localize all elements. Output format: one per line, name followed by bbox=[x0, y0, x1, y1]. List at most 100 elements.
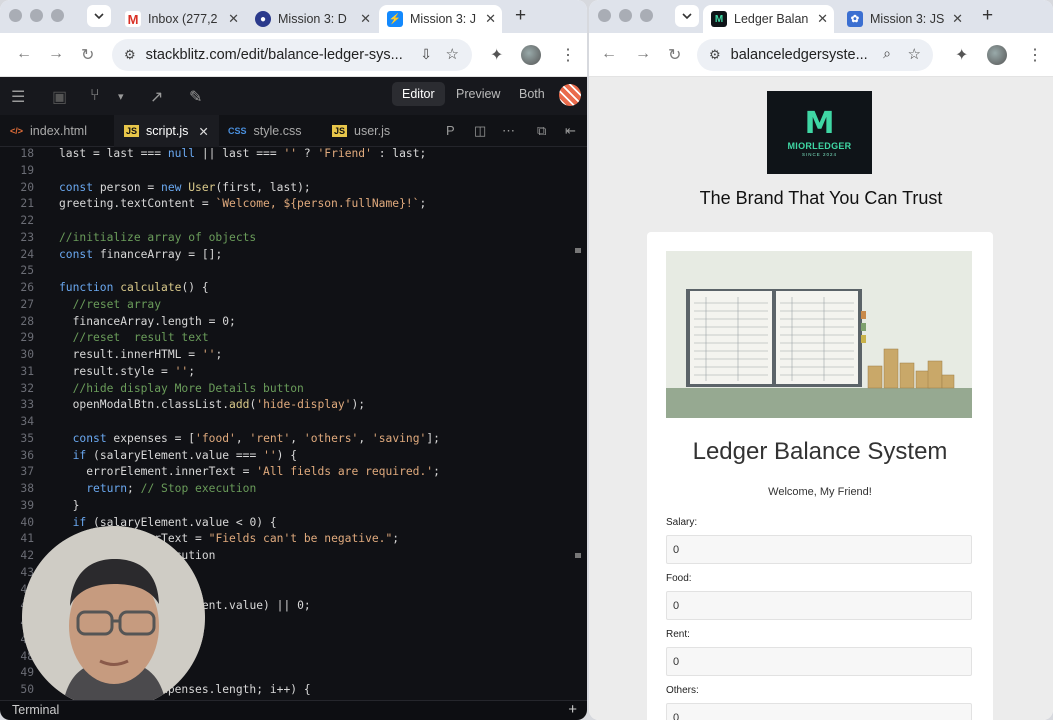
split-editor-icon[interactable]: ◫ bbox=[474, 123, 486, 139]
code-text: if (salaryElement.value === '') { bbox=[72, 448, 298, 462]
tab-search-button[interactable] bbox=[675, 5, 699, 27]
mission-icon: ● bbox=[255, 11, 271, 27]
code-text: result.style = ''; bbox=[59, 364, 196, 378]
both-view-button[interactable]: Both bbox=[519, 87, 545, 101]
minimize-window-button[interactable] bbox=[619, 9, 632, 22]
code-text: const expenses = ['food', 'rent', 'other… bbox=[72, 431, 440, 445]
reload-icon[interactable]: ↻ bbox=[668, 45, 681, 65]
close-tab-icon[interactable]: ✕ bbox=[817, 11, 828, 27]
share-icon[interactable]: ↗ bbox=[150, 87, 163, 107]
zoom-window-button[interactable] bbox=[640, 9, 653, 22]
terminal-label: Terminal bbox=[12, 703, 60, 717]
line-number: 50 bbox=[20, 683, 34, 696]
tab-ledger-balance[interactable]: M Ledger Balan ✕ bbox=[703, 5, 834, 33]
extensions-icon[interactable]: ✦ bbox=[955, 45, 968, 65]
line-number: 25 bbox=[20, 264, 34, 278]
tab-mission-d[interactable]: ● Mission 3: D ✕ bbox=[247, 5, 377, 33]
food-input[interactable]: 0 bbox=[666, 591, 972, 620]
line-number: 29 bbox=[20, 331, 34, 345]
line-number: 23 bbox=[20, 230, 34, 244]
menu-kebab-icon[interactable]: ⋮ bbox=[1027, 45, 1043, 65]
site-settings-icon[interactable]: ⚙ bbox=[709, 47, 721, 63]
back-icon[interactable]: ← bbox=[16, 45, 32, 63]
new-tab-icon[interactable]: + bbox=[515, 6, 526, 26]
close-window-button[interactable] bbox=[9, 9, 22, 22]
url-input[interactable]: ⚙ stackblitz.com/edit/balance-ledger-sys… bbox=[112, 39, 472, 71]
stackblitz-toolbar: ☰ ▣ ⑂ ▾ ↗ ✎ Editor Preview Both bbox=[0, 77, 587, 115]
file-tab-user-js[interactable]: JS user.js bbox=[322, 115, 400, 147]
bookmark-star-icon[interactable]: ☆ bbox=[908, 45, 921, 63]
minimize-window-button[interactable] bbox=[30, 9, 43, 22]
collapse-panel-icon[interactable]: ⇤ bbox=[565, 123, 576, 139]
close-window-button[interactable] bbox=[598, 9, 611, 22]
zoom-icon[interactable]: ⌕ bbox=[883, 45, 891, 62]
site-settings-icon[interactable]: ⚙ bbox=[124, 47, 136, 63]
line-number: 39 bbox=[20, 498, 34, 512]
save-icon[interactable]: ▣ bbox=[52, 87, 67, 107]
app-title: Ledger Balance System bbox=[692, 438, 948, 465]
close-file-tab-icon[interactable]: ✕ bbox=[198, 124, 208, 139]
others-input[interactable]: 0 bbox=[666, 703, 972, 720]
extensions-icon[interactable]: ✦ bbox=[490, 45, 503, 65]
new-terminal-icon[interactable]: + bbox=[568, 701, 577, 718]
chevron-down-icon[interactable]: ▾ bbox=[118, 90, 124, 103]
hamburger-menu-icon[interactable]: ☰ bbox=[11, 87, 25, 107]
ledger-icon: M bbox=[711, 11, 727, 27]
prettier-icon[interactable]: P bbox=[446, 123, 455, 138]
fork-icon[interactable]: ⑂ bbox=[90, 87, 100, 105]
preview-view-button[interactable]: Preview bbox=[456, 87, 500, 101]
tab-mission-j-active[interactable]: ⚡ Mission 3: J ✕ bbox=[379, 5, 502, 33]
back-icon[interactable]: ← bbox=[601, 45, 617, 63]
food-label: Food: bbox=[666, 573, 692, 584]
forward-icon[interactable]: → bbox=[48, 45, 64, 63]
more-actions-icon[interactable]: ⋯ bbox=[502, 123, 515, 139]
logo-letter: M bbox=[804, 105, 835, 141]
line-number: 42 bbox=[20, 549, 34, 562]
install-icon[interactable]: ⇩ bbox=[420, 46, 432, 63]
line-number: 40 bbox=[20, 515, 34, 529]
line-number: 30 bbox=[20, 348, 34, 361]
edit-pencil-icon[interactable]: ✎ bbox=[189, 87, 202, 107]
tab-search-button[interactable] bbox=[87, 5, 111, 27]
reload-icon[interactable]: ↻ bbox=[81, 45, 94, 65]
close-tab-icon[interactable]: ✕ bbox=[952, 11, 963, 27]
rent-input[interactable]: 0 bbox=[666, 647, 972, 676]
file-tab-style-css[interactable]: CSS style.css bbox=[218, 115, 311, 147]
file-tab-index-html[interactable]: </> index.html bbox=[0, 115, 97, 147]
close-tab-icon[interactable]: ✕ bbox=[485, 11, 496, 27]
forward-icon[interactable]: → bbox=[635, 45, 651, 63]
profile-avatar[interactable] bbox=[987, 45, 1007, 65]
file-tab-label: user.js bbox=[354, 124, 391, 138]
new-tab-icon[interactable]: + bbox=[982, 6, 993, 26]
code-text: return; // Stop execution bbox=[86, 482, 257, 495]
bookmark-star-icon[interactable]: ☆ bbox=[446, 45, 459, 63]
menu-kebab-icon[interactable]: ⋮ bbox=[560, 45, 576, 65]
close-tab-icon[interactable]: ✕ bbox=[360, 11, 371, 27]
preview-browser-window: M Ledger Balan ✕ ✿ Mission 3: JS ✕ + ← →… bbox=[589, 0, 1053, 720]
zoom-window-button[interactable] bbox=[51, 9, 64, 22]
url-text: balanceledgersyste... bbox=[730, 47, 868, 63]
code-text: const financeArray = []; bbox=[59, 247, 223, 261]
line-number: 18 bbox=[20, 147, 34, 160]
line-number: 24 bbox=[20, 247, 34, 261]
url-input[interactable]: ⚙ balanceledgersyste... ⌕ ☆ bbox=[697, 39, 933, 71]
line-number: 31 bbox=[20, 364, 34, 378]
editor-view-button[interactable]: Editor bbox=[392, 82, 445, 106]
code-text: openModalBtn.classList.add('hide-display… bbox=[59, 398, 366, 412]
tab-label: Mission 3: JS bbox=[870, 12, 945, 26]
close-tab-icon[interactable]: ✕ bbox=[228, 11, 239, 27]
salary-input[interactable]: 0 bbox=[666, 535, 972, 564]
user-avatar[interactable] bbox=[559, 84, 581, 106]
presenter-video-image bbox=[22, 526, 205, 709]
webcam-overlay bbox=[22, 526, 205, 709]
profile-avatar[interactable] bbox=[521, 45, 541, 65]
js-file-icon: JS bbox=[332, 125, 348, 137]
tab-gmail[interactable]: M Inbox (277,2 ✕ bbox=[117, 5, 245, 33]
line-number: 36 bbox=[20, 448, 34, 462]
line-number: 32 bbox=[20, 381, 34, 395]
terminal-bar[interactable]: Terminal + bbox=[0, 700, 587, 720]
tab-mission-js[interactable]: ✿ Mission 3: JS ✕ bbox=[839, 5, 969, 33]
code-text: //hide display More Details button bbox=[72, 381, 304, 395]
file-tab-script-js[interactable]: JS script.js ✕ bbox=[114, 115, 219, 147]
open-external-icon[interactable]: ⧉ bbox=[537, 123, 546, 139]
